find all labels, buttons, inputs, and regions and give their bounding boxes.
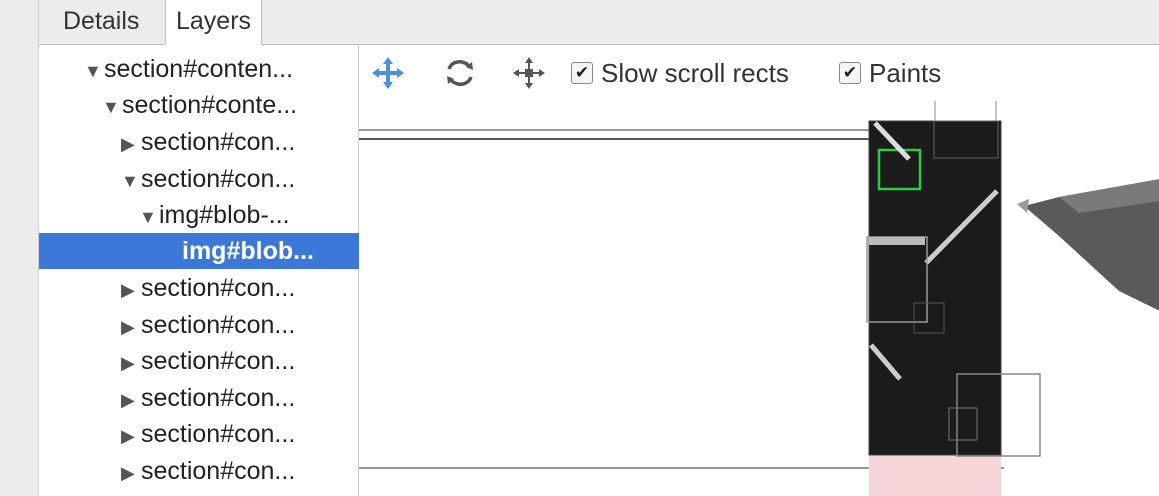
tree-item-label: section#con... [141,420,296,448]
slow-scroll-rects-checkbox[interactable]: ✔ [571,62,593,85]
layer-viewer: ✔ Slow scroll rects ✔ Paints [359,45,1159,496]
tab-layers[interactable]: Layers [165,0,263,45]
tab-details[interactable]: Details [53,0,149,43]
collapsed-triangle-icon[interactable]: ▶ [121,418,141,454]
tree-item-label: section#conten... [104,55,294,83]
tree-item-label: section#con... [141,347,296,375]
expanded-triangle-icon[interactable]: ▼ [121,163,141,199]
collapsed-triangle-icon[interactable]: ▶ [121,345,141,381]
tree-item-label: section#con... [141,311,296,339]
collapsed-triangle-icon[interactable]: ▶ [121,272,141,308]
paints-checkbox[interactable]: ✔ [839,62,861,85]
image-stripe [869,237,925,245]
paints-toggle[interactable]: ✔ Paints [839,58,941,88]
tab-bar: Details Layers [39,0,1159,45]
tree-item-label: section#con... [141,165,296,193]
layer-tree: ▼section#conten... ▼section#conte... ▶ se… [39,45,501,496]
tree-item-label: section#con... [141,128,296,156]
slow-scroll-rects-label: Slow scroll rects [601,58,789,88]
pan-icon[interactable] [370,55,406,91]
selected-layer-image [868,120,1002,456]
paints-label: Paints [869,58,942,88]
rotate-icon[interactable] [442,55,478,91]
slow-scroll-rects-toggle[interactable]: ✔ Slow scroll rects [571,58,789,88]
tree-item-label: section#con... [141,457,296,485]
pen-pointer-icon [1017,179,1159,311]
collapsed-triangle-icon[interactable]: ▶ [121,309,141,345]
reset-transform-icon[interactable] [511,55,547,91]
tree-item-label: img#blob... [182,237,314,265]
expanded-triangle-icon[interactable]: ▼ [139,199,159,235]
tree-item[interactable]: ▼section#conten... [39,51,403,87]
collapsed-triangle-icon[interactable]: ▶ [121,382,141,418]
paint-layer [869,455,1001,496]
expanded-triangle-icon[interactable]: ▼ [84,53,104,89]
layer-3d-canvas[interactable] [359,101,1159,496]
viewer-toolbar: ✔ Slow scroll rects ✔ Paints [359,45,1159,101]
layers-panel: Details Layers ▼section#conten... ▼secti… [38,0,1159,496]
tree-item-label: section#con... [141,384,296,412]
collapsed-triangle-icon[interactable]: ▶ [121,126,141,162]
collapsed-triangle-icon[interactable]: ▶ [121,455,141,491]
tree-item-label: section#conte... [122,91,298,119]
window-edge [0,0,38,496]
tree-item-label: img#blob-... [159,201,290,229]
expanded-triangle-icon[interactable]: ▼ [102,89,122,125]
tree-item-label: section#con... [141,274,296,302]
